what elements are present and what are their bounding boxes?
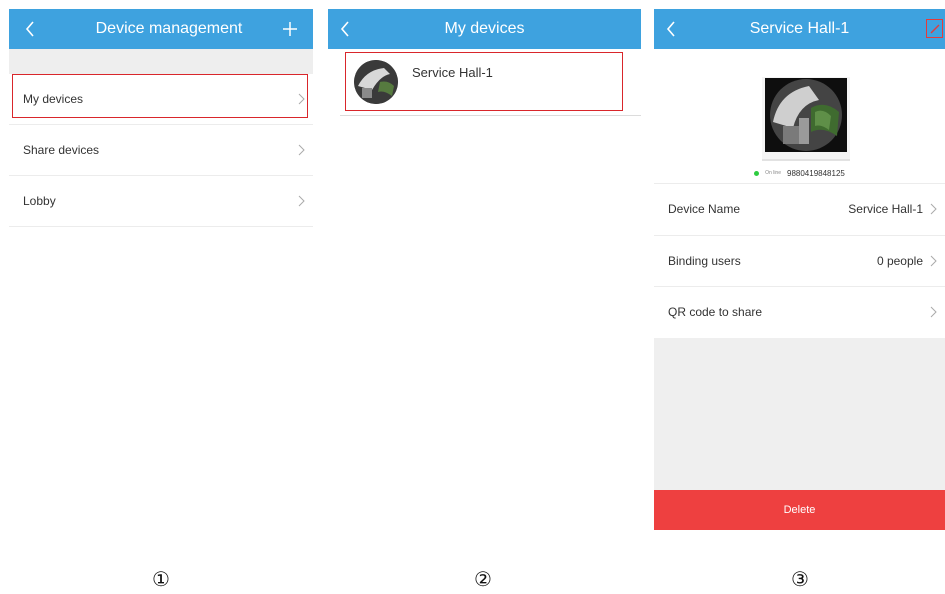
delete-button[interactable]: Delete (654, 490, 945, 530)
online-indicator (754, 170, 760, 176)
device-management-screen: Device management My devices Share devic… (9, 9, 313, 544)
step-number-2: ② (474, 567, 492, 591)
row-label: QR code to share (668, 305, 763, 319)
step-number-3: ③ (791, 567, 809, 591)
highlight-box (12, 74, 308, 118)
plus-icon[interactable] (277, 9, 303, 49)
back-icon[interactable] (656, 9, 686, 49)
row-binding-users[interactable]: Binding users 0 people (654, 236, 945, 287)
menu-item-label: Lobby (23, 194, 56, 208)
chevron-right-icon (930, 287, 937, 337)
step-number-1: ① (152, 567, 170, 591)
row-device-name[interactable]: Device Name Service Hall-1 (654, 184, 945, 236)
menu-item-label: Share devices (23, 143, 100, 157)
device-detail-screen: Service Hall-1 On line 9880419848125 Dev… (654, 9, 945, 544)
back-icon[interactable] (330, 9, 360, 49)
edit-icon[interactable] (926, 19, 943, 38)
row-value: 0 people (876, 254, 923, 268)
camera-snapshot (765, 78, 847, 152)
camera-preview[interactable] (762, 77, 850, 161)
chevron-right-icon (298, 176, 305, 226)
menu-item-lobby[interactable]: Lobby (9, 176, 313, 227)
row-label: Device Name (668, 202, 741, 216)
device-id: 9880419848125 (787, 168, 845, 178)
title-bar: Device management (9, 9, 313, 49)
page-title: My devices (444, 20, 525, 37)
menu-item-share-devices[interactable]: Share devices (9, 125, 313, 176)
status-text: On line (765, 170, 781, 176)
row-qr-code-share[interactable]: QR code to share (654, 287, 945, 338)
page-title: Device management (95, 20, 243, 37)
my-devices-screen: My devices Service Hall-1 (328, 9, 641, 544)
page-title: Service Hall-1 (749, 20, 850, 37)
row-value: Service Hall-1 (848, 202, 923, 216)
title-bar: My devices (328, 9, 641, 49)
chevron-right-icon (930, 184, 937, 234)
chevron-right-icon (930, 236, 937, 286)
title-bar: Service Hall-1 (654, 9, 945, 49)
section-spacer (9, 49, 313, 74)
chevron-right-icon (298, 125, 305, 175)
empty-area (654, 338, 945, 490)
device-status: On line 9880419848125 (654, 166, 945, 180)
highlight-box (345, 52, 623, 111)
row-label: Binding users (668, 254, 741, 268)
back-icon[interactable] (15, 9, 45, 49)
